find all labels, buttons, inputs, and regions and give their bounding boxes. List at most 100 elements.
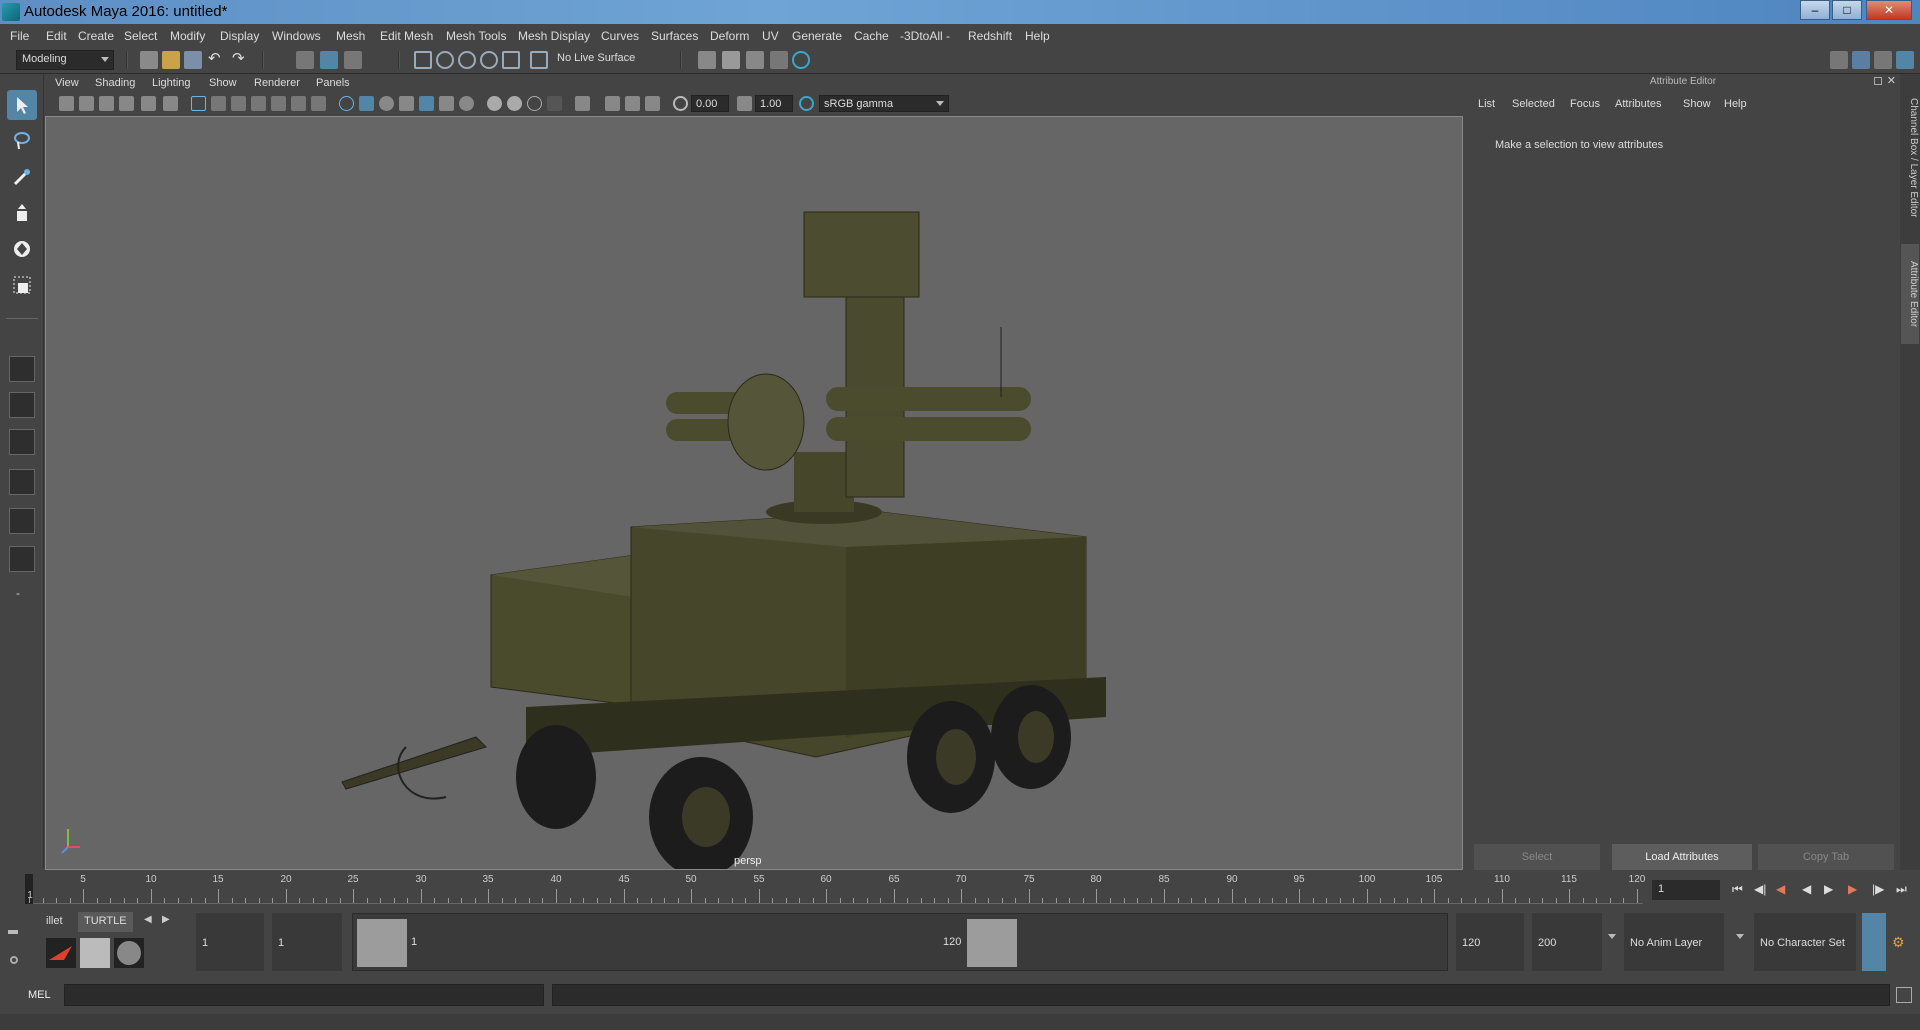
ae-menu-list[interactable]: List xyxy=(1478,98,1495,110)
character-controls-icon[interactable] xyxy=(1852,51,1870,69)
menu-curves[interactable]: Curves xyxy=(601,29,639,43)
use-all-lights-icon[interactable] xyxy=(419,96,434,111)
menu-file[interactable]: File xyxy=(10,29,29,43)
perspective-viewport[interactable]: persp xyxy=(45,116,1463,870)
safe-title-icon[interactable] xyxy=(311,96,326,111)
select-camera-icon[interactable] xyxy=(59,96,74,111)
attribute-editor-toggle-icon[interactable] xyxy=(1896,51,1914,69)
panel-menu-view[interactable]: View xyxy=(55,77,79,89)
snap-curve-icon[interactable] xyxy=(436,51,454,69)
image-plane-icon[interactable] xyxy=(119,96,134,111)
view-transform-dropdown[interactable]: sRGB gamma xyxy=(819,95,949,112)
select-hierarchy-icon[interactable] xyxy=(296,51,314,69)
snap-point-icon[interactable] xyxy=(458,51,476,69)
menu-set-dropdown[interactable]: Modeling xyxy=(16,50,114,70)
render-current-frame-icon[interactable] xyxy=(698,51,716,69)
four-view-layout-button[interactable] xyxy=(9,392,35,418)
menu-redshift[interactable]: Redshift xyxy=(968,29,1012,43)
float-panel-icon[interactable] xyxy=(1874,77,1882,85)
snap-grid-icon[interactable] xyxy=(414,51,432,69)
menu-mesh-tools[interactable]: Mesh Tools xyxy=(446,29,506,43)
current-frame-field[interactable]: 1 xyxy=(1652,880,1720,900)
script-editor-icon[interactable] xyxy=(1896,987,1912,1003)
anim-layer-dropdown[interactable]: No Anim Layer xyxy=(1624,913,1724,971)
xray-icon[interactable] xyxy=(575,96,590,111)
menu-generate[interactable]: Generate xyxy=(792,29,842,43)
character-set-dropdown[interactable]: No Character Set xyxy=(1754,913,1856,971)
new-scene-icon[interactable] xyxy=(140,51,158,69)
ambient-occlusion-icon[interactable] xyxy=(459,96,474,111)
grease-pencil-icon[interactable] xyxy=(163,96,178,111)
gate-mask-icon[interactable] xyxy=(251,96,266,111)
redo-icon[interactable]: ↷ xyxy=(232,51,250,69)
close-panel-icon[interactable]: ✕ xyxy=(1887,74,1896,87)
ae-copy-tab-button[interactable]: Copy Tab xyxy=(1758,844,1894,870)
ae-menu-help[interactable]: Help xyxy=(1724,98,1747,110)
maximize-button[interactable]: □ xyxy=(1832,0,1862,20)
ae-menu-attributes[interactable]: Attributes xyxy=(1615,98,1661,110)
chevron-down-icon[interactable] xyxy=(1736,934,1744,939)
grid-icon[interactable] xyxy=(191,96,206,111)
isolate-select-icon[interactable] xyxy=(547,96,562,111)
animation-end-field[interactable]: 200 xyxy=(1532,913,1602,971)
select-object-icon[interactable] xyxy=(320,51,338,69)
menu-edit[interactable]: Edit xyxy=(46,29,67,43)
play-backwards-icon[interactable]: ◀ xyxy=(1802,882,1818,898)
step-forward-frame-icon[interactable]: |▶ xyxy=(1872,882,1888,898)
menu-windows[interactable]: Windows xyxy=(272,29,321,43)
play-forwards-icon[interactable]: ▶ xyxy=(1824,882,1840,898)
ae-menu-focus[interactable]: Focus xyxy=(1570,98,1600,110)
menu-deform[interactable]: Deform xyxy=(710,29,749,43)
range-start-handle[interactable] xyxy=(357,919,407,967)
undo-icon[interactable]: ↶ xyxy=(208,51,226,69)
shelf-tab-illet[interactable]: illet xyxy=(40,912,69,932)
channel-box-tab[interactable]: Channel Box / Layer Editor xyxy=(1901,88,1919,228)
motion-blur-icon[interactable] xyxy=(487,96,502,111)
menu-select[interactable]: Select xyxy=(124,29,157,43)
more-layouts-icon[interactable]: - xyxy=(16,586,20,600)
persp-graph-layout-button[interactable] xyxy=(9,469,35,495)
ae-load-attributes-button[interactable]: Load Attributes xyxy=(1612,844,1752,870)
turtle-bake-icon[interactable] xyxy=(80,938,110,968)
save-scene-icon[interactable] xyxy=(184,51,202,69)
shelf-prev-icon[interactable]: ◀ xyxy=(144,914,152,925)
wireframe-on-shaded-icon[interactable] xyxy=(379,96,394,111)
hypershade-layout-button[interactable] xyxy=(9,546,35,572)
backface-culling-icon[interactable] xyxy=(645,96,660,111)
resolution-gate-icon[interactable] xyxy=(231,96,246,111)
animation-preferences-icon[interactable]: ⚙ xyxy=(1892,934,1905,951)
xray-active-icon[interactable] xyxy=(625,96,640,111)
paint-select-tool[interactable] xyxy=(7,162,37,192)
go-to-start-icon[interactable]: ⏮ xyxy=(1732,882,1748,898)
shelf-settings-icon[interactable] xyxy=(10,956,18,964)
panel-menu-show[interactable]: Show xyxy=(209,77,237,89)
field-chart-icon[interactable] xyxy=(271,96,286,111)
bookmark-icon[interactable] xyxy=(99,96,114,111)
menu-create[interactable]: Create xyxy=(78,29,114,43)
shelf-next-icon[interactable]: ▶ xyxy=(162,914,170,925)
menu-3dtoall[interactable]: -3DtoAll - xyxy=(900,29,950,43)
color-management-icon[interactable] xyxy=(799,96,814,111)
select-component-icon[interactable] xyxy=(344,51,362,69)
shelf-menu-icon[interactable] xyxy=(8,930,18,934)
render-view-icon[interactable] xyxy=(792,51,810,69)
single-perspective-layout-button[interactable] xyxy=(9,356,35,382)
persp-outliner-layout-button[interactable] xyxy=(9,429,35,455)
step-back-frame-icon[interactable]: ◀| xyxy=(1754,882,1770,898)
select-tool[interactable] xyxy=(7,90,37,120)
ipr-render-icon[interactable] xyxy=(722,51,740,69)
menu-edit-mesh[interactable]: Edit Mesh xyxy=(380,29,433,43)
live-surface-field[interactable]: No Live Surface xyxy=(552,50,646,70)
menu-display[interactable]: Display xyxy=(220,29,259,43)
panel-menu-panels[interactable]: Panels xyxy=(316,77,350,89)
ae-menu-selected[interactable]: Selected xyxy=(1512,98,1555,110)
mel-label[interactable]: MEL xyxy=(28,989,51,1001)
rotate-tool[interactable] xyxy=(7,234,37,264)
safe-action-icon[interactable] xyxy=(291,96,306,111)
range-track[interactable]: 1 120 xyxy=(352,913,1448,971)
menu-mesh[interactable]: Mesh xyxy=(336,29,365,43)
menu-surfaces[interactable]: Surfaces xyxy=(651,29,698,43)
attribute-editor-tab[interactable]: Attribute Editor xyxy=(1901,244,1919,344)
shadows-icon[interactable] xyxy=(439,96,454,111)
wireframe-icon[interactable] xyxy=(339,96,354,111)
